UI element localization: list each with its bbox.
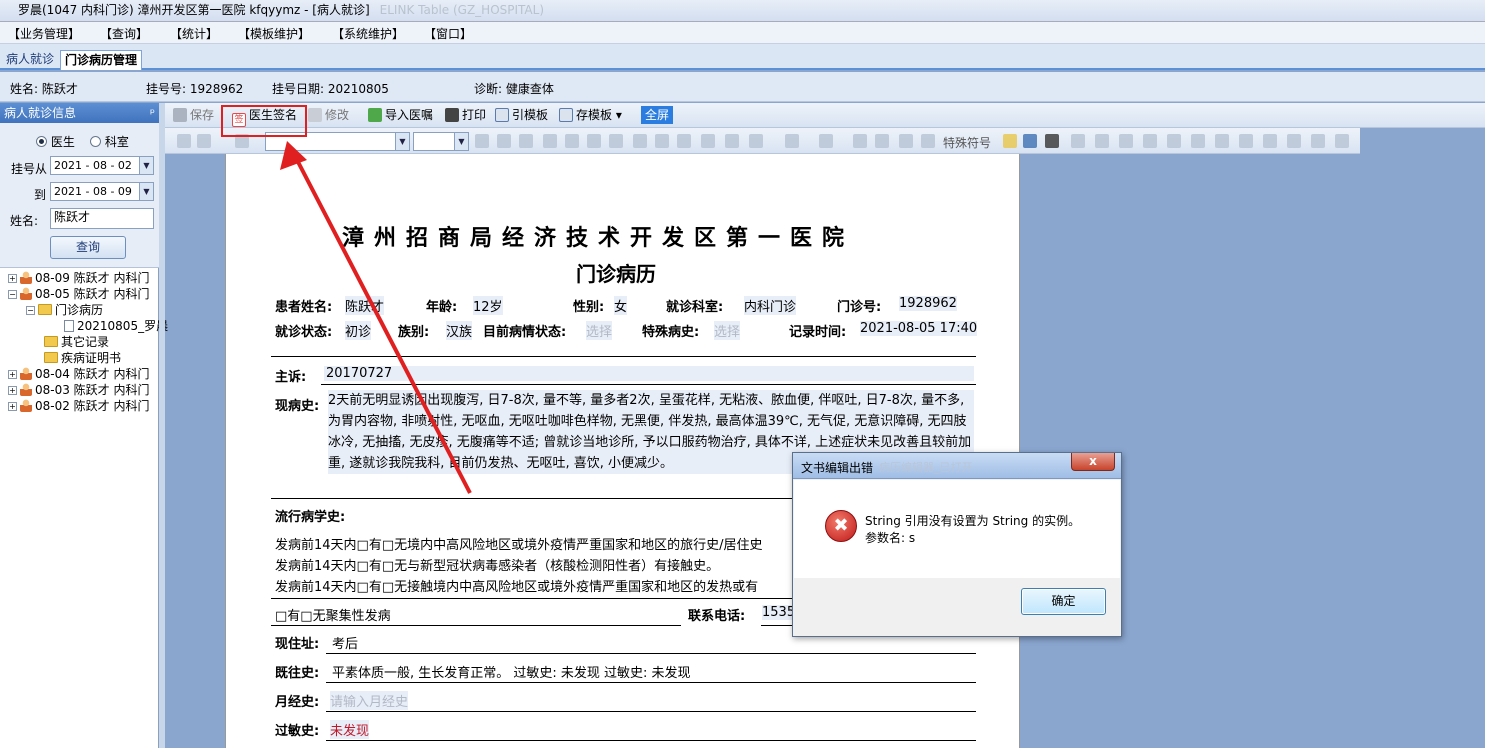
error-message: String 引用没有设置为 String 的实例。 — [865, 514, 1081, 528]
error-icon: ✖ — [825, 510, 857, 542]
dialog-title: 文书编辑出错 — [801, 461, 874, 475]
close-icon[interactable]: x — [1071, 453, 1115, 471]
ok-button[interactable]: 确定 — [1021, 588, 1106, 615]
annotation-arrow-head — [280, 141, 307, 170]
dialog-title-blurred: 病历编辑器_已打开 — [879, 461, 973, 474]
annotation-arrow — [280, 141, 472, 494]
error-dialog: 文书编辑出错 病历编辑器_已打开 x ✖ String 引用没有设置为 Stri… — [792, 452, 1122, 637]
dialog-titlebar[interactable]: 文书编辑出错 病历编辑器_已打开 x — [793, 453, 1121, 479]
error-parameter: 参数名: s — [865, 531, 916, 545]
annotation-arrow-line — [294, 157, 472, 494]
